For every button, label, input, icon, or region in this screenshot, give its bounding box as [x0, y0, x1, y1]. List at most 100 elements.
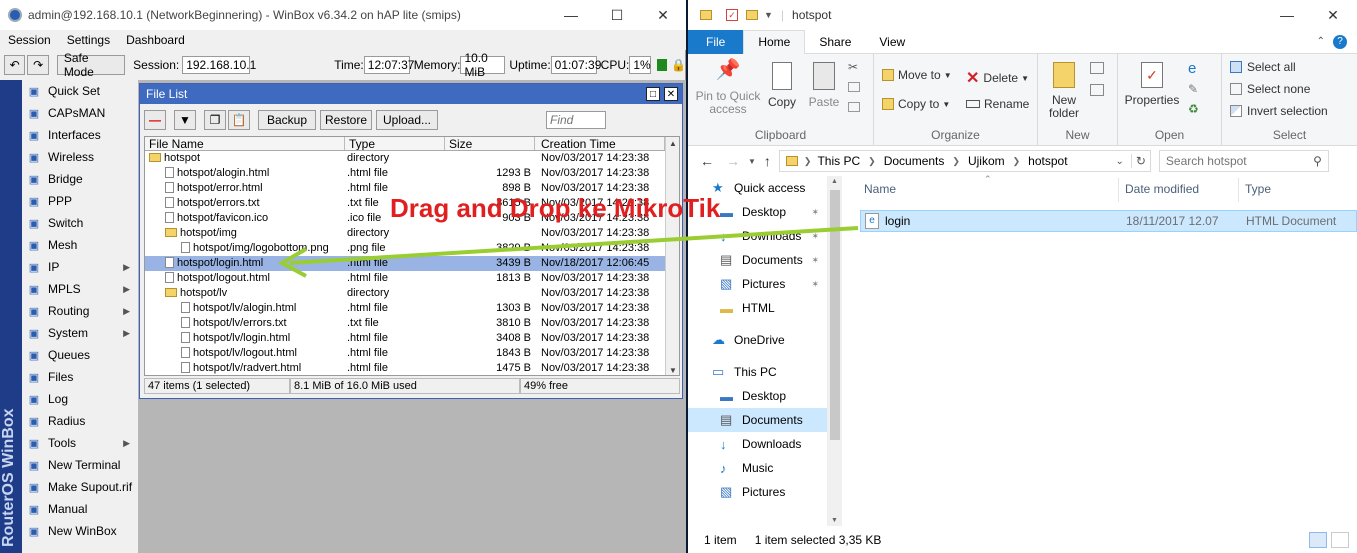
copy-icon[interactable]: ❐: [204, 110, 226, 130]
menu-dashboard[interactable]: Dashboard: [118, 33, 193, 47]
invert-selection-button[interactable]: Invert selection: [1230, 104, 1328, 118]
upload-button[interactable]: Upload...: [376, 110, 438, 130]
tab-home[interactable]: Home: [743, 29, 806, 54]
tab-file[interactable]: File: [688, 29, 744, 54]
table-row[interactable]: hotspot/login.html .html file 3439 B Nov/18…: [145, 256, 679, 271]
table-row[interactable]: hotspot/lv/login.html .html file 3408 B Nov…: [145, 331, 679, 346]
nav-item-onedrive[interactable]: ☁ OneDrive: [688, 328, 827, 352]
nav-item-music[interactable]: ♪ Music: [688, 456, 827, 480]
search-icon[interactable]: ⚲: [1313, 154, 1322, 168]
nav-item-pictures[interactable]: ▧ Pictures: [688, 480, 827, 504]
address-bar[interactable]: ❯ This PC ❯ Documents ❯ Ujikom ❯ hotspot…: [778, 150, 1151, 172]
nav-item-documents[interactable]: ▤ Documents: [688, 408, 827, 432]
sidebar-item-capsman[interactable]: ▣ CAPsMAN: [22, 102, 138, 124]
sidebar-item-interfaces[interactable]: ▣ Interfaces: [22, 124, 138, 146]
table-row[interactable]: hotspot/lv/alogin.html .html file 1303 B No…: [145, 301, 679, 316]
file-table-scrollbar[interactable]: ▲ ▼: [665, 137, 679, 375]
easy-access-icon[interactable]: [1090, 84, 1104, 96]
select-none-button[interactable]: Select none: [1230, 82, 1310, 96]
sidebar-item-bridge[interactable]: ▣ Bridge: [22, 168, 138, 190]
search-box[interactable]: ⚲: [1158, 150, 1329, 172]
col-name[interactable]: Name: [864, 182, 896, 196]
undo-icon[interactable]: ↶: [4, 55, 26, 75]
pin-icon[interactable]: ✶: [811, 231, 819, 242]
qat-dropdown-icon[interactable]: ▼: [764, 10, 773, 20]
paste-button[interactable]: Paste: [806, 62, 842, 109]
close-icon[interactable]: ✕: [640, 0, 686, 30]
sidebar-item-switch[interactable]: ▣ Switch: [22, 212, 138, 234]
open-ie-icon[interactable]: e: [1188, 60, 1196, 77]
history-icon[interactable]: ♻: [1188, 102, 1199, 116]
find-input[interactable]: [546, 111, 606, 129]
sidebar-item-system[interactable]: ▣ System ▶: [22, 322, 138, 344]
pin-icon[interactable]: ✶: [811, 255, 819, 266]
nav-item-html[interactable]: ▬ HTML: [688, 296, 827, 320]
sidebar-item-mpls[interactable]: ▣ MPLS ▶: [22, 278, 138, 300]
table-row[interactable]: hotspot/lv/radvert.html .html file 1475 B N…: [145, 361, 679, 375]
edit-icon[interactable]: ✎: [1188, 82, 1198, 96]
nav-scroll-up-icon[interactable]: ▲: [831, 178, 838, 185]
properties-button[interactable]: ✓ Properties: [1124, 62, 1180, 107]
copy-button[interactable]: Copy: [766, 62, 798, 109]
remove-icon[interactable]: —: [144, 110, 166, 130]
scroll-down-icon[interactable]: ▼: [669, 366, 677, 375]
nav-scroll-thumb[interactable]: [830, 190, 840, 440]
sidebar-item-make-supout-rif[interactable]: ▣ Make Supout.rif: [22, 476, 138, 498]
nav-scrollbar[interactable]: ▲ ▼: [828, 176, 842, 526]
crumb-ujikom[interactable]: Ujikom: [968, 154, 1005, 168]
tab-share[interactable]: Share: [805, 30, 865, 54]
select-all-button[interactable]: Select all: [1230, 60, 1296, 74]
nav-item-downloads[interactable]: ↓ Downloads ✶: [688, 224, 827, 248]
col-size[interactable]: Size: [445, 137, 535, 150]
restore-button[interactable]: Restore: [320, 110, 372, 130]
menu-session[interactable]: Session: [0, 33, 59, 47]
table-row[interactable]: hotspot directory Nov/03/2017 14:23:38: [145, 151, 679, 166]
sidebar-item-new-terminal[interactable]: ▣ New Terminal: [22, 454, 138, 476]
forward-icon[interactable]: →: [726, 153, 740, 169]
col-type[interactable]: Type: [1245, 182, 1271, 196]
new-item-icon[interactable]: [1090, 62, 1104, 74]
sidebar-item-manual[interactable]: ▣ Manual: [22, 498, 138, 520]
menu-settings[interactable]: Settings: [59, 33, 118, 47]
cut-icon[interactable]: ✂: [848, 60, 858, 74]
explorer-close-icon[interactable]: ✕: [1310, 0, 1356, 30]
sidebar-item-ip[interactable]: ▣ IP ▶: [22, 256, 138, 278]
recent-dropdown-icon[interactable]: ▼: [748, 157, 756, 166]
sidebar-item-queues[interactable]: ▣ Queues: [22, 344, 138, 366]
nav-item-desktop[interactable]: ▬ Desktop: [688, 384, 827, 408]
help-icon[interactable]: ?: [1333, 34, 1347, 49]
large-icons-view-icon[interactable]: [1331, 532, 1349, 548]
pin-icon[interactable]: ✶: [811, 207, 819, 218]
search-input[interactable]: [1165, 154, 1306, 168]
filter-icon[interactable]: ▼: [174, 110, 196, 130]
properties-qat-icon[interactable]: ✓: [726, 9, 738, 21]
safe-mode-button[interactable]: Safe Mode: [56, 51, 126, 79]
minimize-icon[interactable]: —: [548, 0, 594, 30]
paste-icon[interactable]: 📋: [228, 110, 250, 130]
copy-path-icon[interactable]: [848, 82, 860, 92]
nav-item-documents[interactable]: ▤ Documents ✶: [688, 248, 827, 272]
sidebar-item-quick-set[interactable]: ▣ Quick Set: [22, 80, 138, 102]
rename-button[interactable]: Rename: [966, 97, 1029, 111]
sidebar-item-files[interactable]: ▣ Files: [22, 366, 138, 388]
file-list-maximize-icon[interactable]: □: [646, 87, 660, 101]
back-icon[interactable]: ←: [700, 153, 714, 169]
pin-icon[interactable]: ✶: [811, 279, 819, 290]
list-item[interactable]: e login 18/11/2017 12.07 HTML Document: [860, 210, 1357, 232]
refresh-icon[interactable]: ↻: [1130, 154, 1146, 168]
tab-view[interactable]: View: [865, 30, 919, 54]
copy-to-button[interactable]: Copy to ▼: [882, 97, 950, 111]
pin-quick-access-button[interactable]: 📌 Pin to Quick access: [694, 60, 762, 116]
file-list-close-icon[interactable]: ✕: [664, 87, 678, 101]
sidebar-item-new-winbox[interactable]: ▣ New WinBox: [22, 520, 138, 542]
table-row[interactable]: hotspot/lv/logout.html .html file 1843 B No…: [145, 346, 679, 361]
sidebar-item-mesh[interactable]: ▣ Mesh: [22, 234, 138, 256]
sidebar-item-tools[interactable]: ▣ Tools ▶: [22, 432, 138, 454]
col-creation-time[interactable]: Creation Time: [535, 137, 665, 150]
backup-button[interactable]: Backup: [258, 110, 316, 130]
nav-scroll-down-icon[interactable]: ▼: [831, 517, 838, 524]
nav-item-pictures[interactable]: ▧ Pictures ✶: [688, 272, 827, 296]
table-row[interactable]: hotspot/logout.html .html file 1813 B Nov/0…: [145, 271, 679, 286]
table-row[interactable]: hotspot/alogin.html .html file 1293 B Nov/0…: [145, 166, 679, 181]
col-file-name[interactable]: File Name: [145, 137, 345, 150]
